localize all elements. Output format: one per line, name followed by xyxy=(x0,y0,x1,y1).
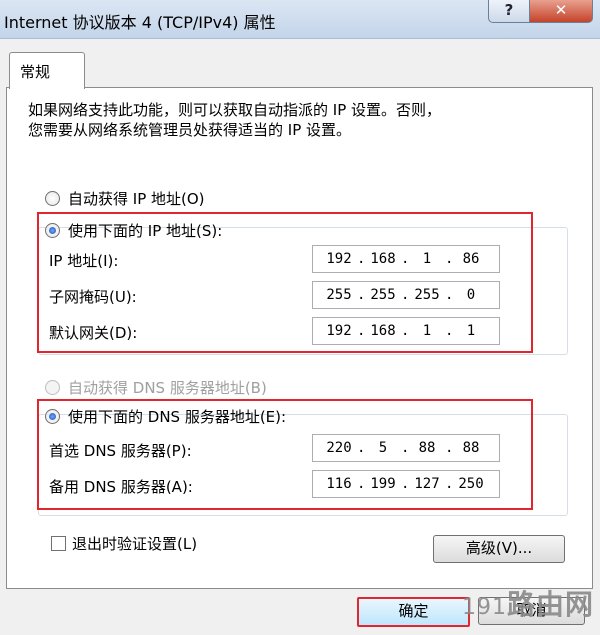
close-button[interactable]: ✕ xyxy=(529,0,593,23)
help-button[interactable]: ? xyxy=(488,0,530,23)
auto-dns-radio[interactable] xyxy=(45,380,60,395)
tab-general[interactable]: 常规 xyxy=(9,52,85,89)
manual-dns-radio[interactable] xyxy=(45,409,60,424)
ip-address-input[interactable]: 192 . 168 . 1 . 86 xyxy=(312,245,500,273)
manual-dns-label: 使用下面的 DNS 服务器地址(E): xyxy=(68,408,287,426)
auto-ip-radio[interactable] xyxy=(45,191,60,206)
alternate-dns-input[interactable]: 116 . 199 . 127 . 250 xyxy=(312,470,500,498)
title-bar: Internet 协议版本 4 (TCP/IPv4) 属性 ? ✕ xyxy=(0,0,600,39)
ip-address-label: IP 地址(I): xyxy=(49,252,119,270)
advanced-button[interactable]: 高级(V)... xyxy=(433,535,565,563)
auto-ip-label: 自动获得 IP 地址(O) xyxy=(68,190,205,208)
window-title: Internet 协议版本 4 (TCP/IPv4) 属性 xyxy=(4,13,276,32)
validate-label: 退出时验证设置(L) xyxy=(72,535,198,553)
description-text: 如果网络支持此功能，则可以获取自动指派的 IP 设置。否则， 您需要从网络系统管… xyxy=(28,101,442,139)
watermark-logo: 191路由网 xyxy=(462,588,595,621)
help-icon: ? xyxy=(504,1,514,19)
preferred-dns-label: 首选 DNS 服务器(P): xyxy=(49,442,192,460)
validate-checkbox[interactable] xyxy=(51,536,66,551)
subnet-mask-input[interactable]: 255 . 255 . 255 . 0 xyxy=(312,281,500,309)
manual-ip-label: 使用下面的 IP 地址(S): xyxy=(68,222,223,240)
manual-ip-radio[interactable] xyxy=(45,223,60,238)
gateway-label: 默认网关(D): xyxy=(49,324,138,342)
close-icon: ✕ xyxy=(554,1,568,19)
auto-dns-label: 自动获得 DNS 服务器地址(B) xyxy=(68,379,267,397)
preferred-dns-input[interactable]: 220 . 5 . 88 . 88 xyxy=(312,434,500,462)
alternate-dns-label: 备用 DNS 服务器(A): xyxy=(49,478,193,496)
ok-button[interactable]: 确定 xyxy=(357,597,470,627)
subnet-mask-label: 子网掩码(U): xyxy=(49,288,137,306)
tab-general-label: 常规 xyxy=(20,63,51,81)
gateway-input[interactable]: 192 . 168 . 1 . 1 xyxy=(312,317,500,345)
